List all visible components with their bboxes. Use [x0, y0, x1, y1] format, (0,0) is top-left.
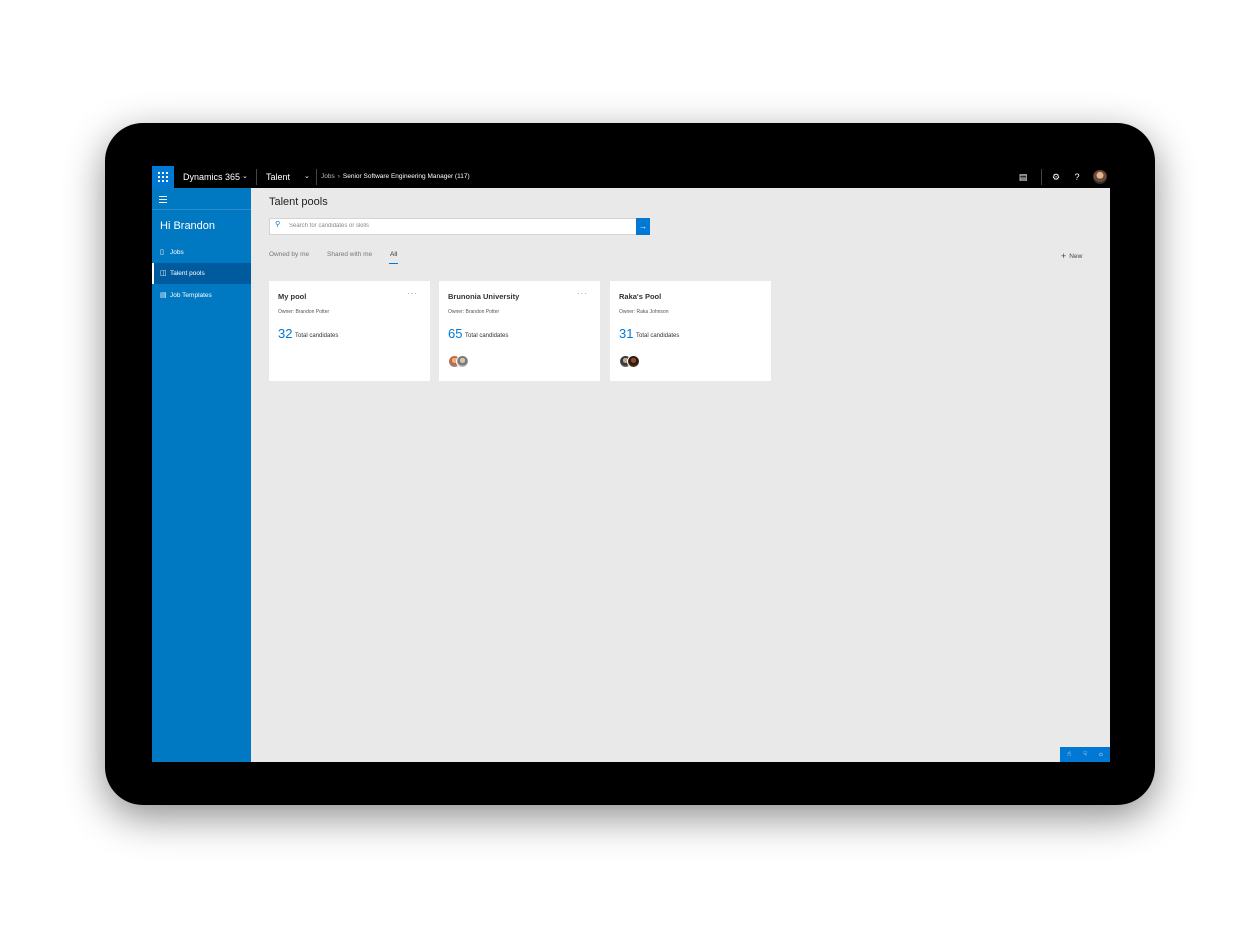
more-options-icon[interactable]: ··· [407, 289, 418, 298]
sidebar: Hi Brandon ▯ Jobs ◫ Talent pools ▤ Job T… [152, 188, 251, 762]
divider [256, 169, 257, 185]
app-screen: Dynamics 365 ⌄ Talent ⌄ Jobs › Senior Soft… [152, 166, 1110, 762]
search-box: ⚲ [269, 218, 638, 235]
sidebar-item-talent-pools[interactable]: ◫ Talent pools [152, 263, 251, 284]
new-pool-button[interactable]: + New [1061, 250, 1083, 261]
hamburger-menu-icon[interactable] [159, 196, 167, 205]
brand-title[interactable]: Dynamics 365 [183, 166, 240, 188]
chevron-right-icon: › [337, 173, 340, 180]
sidebar-item-label: Talent pools [170, 270, 205, 277]
breadcrumb-jobs-link[interactable]: Jobs [321, 173, 335, 180]
waffle-icon[interactable] [152, 166, 174, 188]
candidate-count: 32 [278, 326, 293, 341]
search-submit-button[interactable]: → [636, 218, 650, 235]
divider [316, 169, 317, 185]
job-templates-icon: ▤ [160, 292, 167, 299]
talent-pool-card[interactable]: My pool ··· Owner: Brandon Potter 32 Tot… [269, 281, 430, 381]
sidebar-item-label: Job Templates [170, 292, 212, 299]
lightbulb-icon[interactable]: ☼ [1094, 747, 1108, 762]
more-options-icon[interactable]: ··· [577, 289, 588, 298]
card-owner: Owner: Raka Johnson [619, 309, 669, 315]
top-bar: Dynamics 365 ⌄ Talent ⌄ Jobs › Senior Soft… [152, 166, 1110, 188]
page-title: Talent pools [269, 196, 328, 208]
chevron-down-icon[interactable]: ⌄ [304, 166, 310, 188]
sidebar-item-label: Jobs [170, 249, 184, 256]
new-button-label: New [1069, 253, 1083, 260]
thumbs-up-icon[interactable]: ☝ [1062, 747, 1076, 762]
help-icon[interactable]: ? [1070, 166, 1084, 188]
candidate-count-label: Total candidates [465, 333, 509, 339]
search-input[interactable] [289, 220, 629, 232]
sidebar-item-jobs[interactable]: ▯ Jobs [152, 242, 251, 263]
candidate-avatar[interactable] [627, 355, 640, 368]
user-avatar[interactable] [1093, 170, 1107, 184]
talent-pools-icon: ◫ [160, 270, 167, 277]
greeting: Hi Brandon [160, 220, 216, 232]
divider [1041, 169, 1042, 185]
candidate-count-label: Total candidates [636, 333, 680, 339]
card-owner: Owner: Brandon Potter [278, 309, 330, 315]
breadcrumb-current: Senior Software Engineering Manager (117… [342, 173, 470, 180]
card-title: Raka's Pool [619, 292, 662, 301]
card-title: Brunonia University [448, 292, 520, 301]
tab-shared-with-me[interactable]: Shared with me [327, 251, 372, 258]
chat-icon[interactable]: ▤ [1016, 166, 1030, 188]
talent-pool-card[interactable]: Raka's Pool Owner: Raka Johnson 31 Total… [610, 281, 771, 381]
active-tab-indicator [389, 263, 398, 264]
feedback-bar: ☝ ☟ ☼ [1060, 747, 1110, 762]
candidate-count: 31 [619, 326, 634, 341]
chevron-down-icon[interactable]: ⌄ [242, 166, 248, 188]
app-name[interactable]: Talent [266, 166, 290, 188]
settings-icon[interactable]: ⚙ [1049, 166, 1063, 188]
talent-pool-card[interactable]: Brunonia University ··· Owner: Brandon P… [439, 281, 600, 381]
breadcrumb: Jobs › Senior Software Engineering Manager… [321, 166, 470, 188]
divider [152, 209, 251, 210]
tab-owned-by-me[interactable]: Owned by me [269, 251, 309, 258]
candidate-count-label: Total candidates [295, 333, 339, 339]
plus-icon: + [1061, 251, 1067, 261]
sidebar-item-job-templates[interactable]: ▤ Job Templates [152, 285, 251, 306]
search-icon: ⚲ [275, 221, 281, 228]
candidate-avatar[interactable] [456, 355, 469, 368]
arrow-right-icon: → [639, 222, 647, 231]
jobs-icon: ▯ [160, 249, 164, 256]
candidate-count: 65 [448, 326, 463, 341]
card-title: My pool [278, 292, 307, 301]
card-owner: Owner: Brandon Potter [448, 309, 500, 315]
thumbs-down-icon[interactable]: ☟ [1078, 747, 1092, 762]
tab-all[interactable]: All [390, 251, 397, 258]
